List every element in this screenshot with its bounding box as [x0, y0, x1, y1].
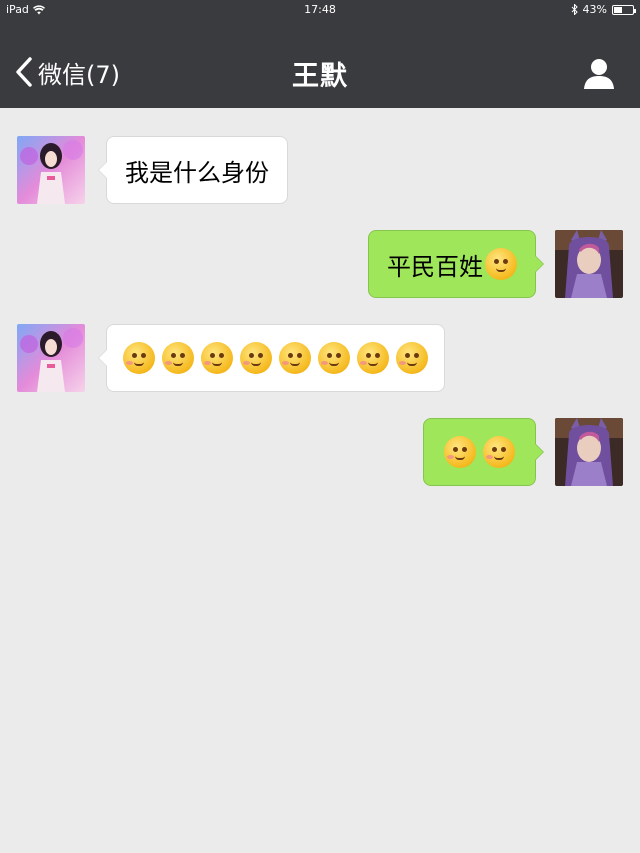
- emoji-icon: [279, 342, 311, 374]
- status-bar: iPad 17:48 43%: [0, 0, 640, 20]
- message-bubble-outgoing[interactable]: 平民百姓: [368, 230, 544, 298]
- message-bubble-incoming[interactable]: [98, 324, 445, 392]
- emoji-row: [123, 342, 428, 374]
- my-avatar[interactable]: [555, 230, 623, 298]
- emoji-row: [444, 436, 515, 468]
- emoji-icon: [357, 342, 389, 374]
- bluetooth-icon: [571, 4, 578, 15]
- battery-percent: 43%: [582, 3, 607, 16]
- emoji-icon: [123, 342, 155, 374]
- message-text: 我是什么身份: [125, 158, 269, 187]
- message-text: 平民百姓: [387, 252, 483, 281]
- battery-fill: [614, 6, 622, 13]
- emoji-icon: [162, 342, 194, 374]
- status-time: 17:48: [304, 3, 336, 16]
- emoji-icon: [201, 342, 233, 374]
- person-icon[interactable]: [582, 56, 616, 90]
- emoji-icon: [240, 342, 272, 374]
- emoji-icon: [483, 436, 515, 468]
- chat-title: 王默: [292, 61, 348, 92]
- battery-icon: [612, 4, 636, 15]
- contact-avatar[interactable]: [17, 136, 85, 204]
- emoji-icon: [318, 342, 350, 374]
- emoji-icon: [444, 436, 476, 468]
- emoji-icon: [396, 342, 428, 374]
- message-bubble-outgoing[interactable]: [423, 418, 544, 486]
- my-avatar[interactable]: [555, 418, 623, 486]
- status-right: 43%: [571, 3, 636, 16]
- nav-bar: 微信(7) 王默: [0, 20, 640, 108]
- thinking-emoji-icon: [485, 248, 517, 280]
- contact-avatar[interactable]: [17, 324, 85, 392]
- message-bubble-incoming[interactable]: 我是什么身份: [98, 136, 288, 204]
